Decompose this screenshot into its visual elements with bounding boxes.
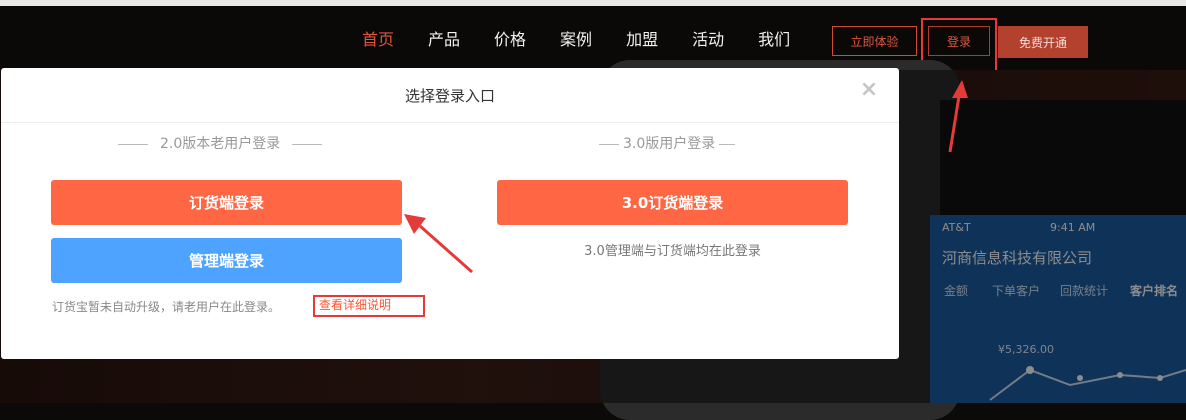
- nav-events[interactable]: 活动: [692, 30, 724, 50]
- divider: [118, 143, 148, 145]
- detail-link-highlight-box: [313, 295, 425, 317]
- top-strip: [0, 0, 1186, 6]
- site-header: 首页 产品 价格 案例 加盟 活动 我们 立即体验 登录 免费开通: [0, 0, 1186, 72]
- order-login-button[interactable]: 订货端登录: [51, 180, 402, 225]
- divider: [292, 143, 323, 145]
- v3-note: 3.0管理端与订货端均在此登录: [584, 244, 761, 259]
- v3-section-heading: 3.0版用户登录: [599, 134, 736, 154]
- try-now-button[interactable]: 立即体验: [832, 26, 917, 56]
- modal-title: 选择登录入口: [1, 68, 899, 123]
- v2-section-heading: 2.0版本老用户登录: [118, 134, 323, 154]
- nav-franchise[interactable]: 加盟: [626, 30, 658, 50]
- nav-home[interactable]: 首页: [362, 30, 394, 50]
- nav-about[interactable]: 我们: [758, 30, 790, 50]
- main-nav: 首页 产品 价格 案例 加盟 活动 我们: [362, 30, 824, 50]
- annotation-arrow-up: [948, 80, 968, 153]
- annotation-arrow-left: [404, 214, 473, 274]
- divider: [719, 143, 736, 145]
- nav-cases[interactable]: 案例: [560, 30, 592, 50]
- free-signup-button[interactable]: 免费开通: [998, 26, 1088, 58]
- nav-pricing[interactable]: 价格: [494, 30, 526, 50]
- admin-login-button[interactable]: 管理端登录: [51, 238, 402, 283]
- divider: [599, 143, 619, 145]
- close-icon[interactable]: ×: [859, 79, 879, 101]
- v3-heading-text: 3.0版用户登录: [623, 136, 716, 152]
- nav-products[interactable]: 产品: [428, 30, 460, 50]
- v2-heading-text: 2.0版本老用户登录: [160, 136, 281, 152]
- v2-note: 订货宝暂未自动升级，请老用户在此登录。: [52, 300, 281, 314]
- v3-order-login-button[interactable]: 3.0订货端登录: [497, 180, 848, 225]
